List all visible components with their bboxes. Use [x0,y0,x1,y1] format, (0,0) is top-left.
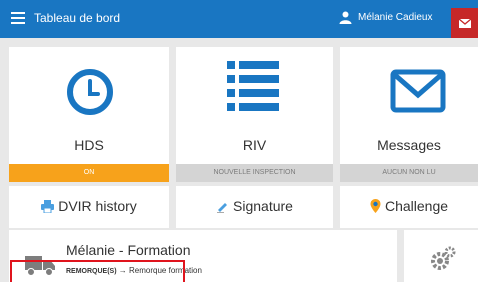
signature-button[interactable]: Signature [176,186,333,228]
tile-messages-status: AUCUN NON LU [340,164,478,182]
hamburger-menu-icon[interactable] [11,12,25,24]
gears-icon [431,246,456,270]
tile-messages[interactable]: Messages AUCUN NON LU [340,47,478,182]
dvir-history-label: DVIR history [58,198,137,214]
challenge-button[interactable]: Challenge [340,186,478,228]
messages-button[interactable] [451,8,478,38]
tile-messages-label: Messages [377,137,441,153]
tile-riv-status: NOUVELLE INSPECTION [176,164,333,182]
clock-icon [67,69,113,115]
printer-icon [41,200,55,214]
map-pin-icon [370,199,381,213]
trip-title: Mélanie - Formation [66,242,191,258]
envelope-icon [459,19,471,28]
highlight-box [10,260,185,282]
challenge-label: Challenge [384,198,449,214]
envelope-icon [390,69,446,113]
settings-button[interactable] [404,230,478,282]
tile-hds-status: ON [9,164,169,182]
tile-hds[interactable]: HDS ON [9,47,169,182]
tile-riv[interactable]: RIV NOUVELLE INSPECTION [176,47,333,182]
user-name[interactable]: Mélanie Cadieux [358,12,433,23]
trip-card[interactable]: Mélanie - Formation REMORQUE(S) → Remorq… [9,230,397,282]
user-icon [339,11,352,24]
list-icon [227,61,279,111]
dvir-history-button[interactable]: DVIR history [9,186,169,228]
tile-riv-label: RIV [242,137,267,153]
signature-label: Signature [233,198,293,214]
tile-hds-label: HDS [74,137,104,153]
pen-icon [217,203,228,214]
top-bar: Tableau de bord Mélanie Cadieux [0,0,478,38]
page-title: Tableau de bord [34,11,121,25]
